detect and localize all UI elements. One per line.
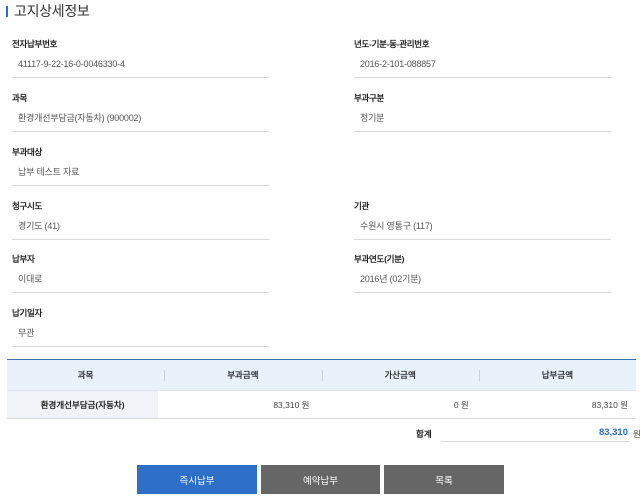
reserve-pay-button[interactable]: 예약납부 (261, 465, 380, 494)
title-accent-bar (6, 5, 8, 17)
cell-surcharge: 0 원 (453, 399, 469, 410)
field-e-payment-no: 전자납부번호 41117-9-22-16-0-0046330-4 (12, 38, 269, 78)
field-label: 기관 (354, 201, 370, 211)
field-payer: 납부자 이대로 (12, 253, 269, 293)
header-subject: 과목 (77, 370, 94, 380)
field-value: 환경개선부담금(자동차) (900002) (12, 104, 269, 132)
field-year-mgmt-no: 년도-기분-동-관리번호 2016-2-101-088857 (354, 38, 611, 78)
header-levy-amount: 부과금액 (164, 360, 321, 390)
total-amount: 83,310 (441, 424, 630, 442)
header-surcharge: 가산금액 (321, 360, 479, 390)
payment-table: 과목 부과금액 가산금액 납부금액 환경개선부담금(자동차) 83,310 원 … (7, 359, 636, 419)
total-unit: 원 (633, 429, 640, 439)
field-value: 이대로 (12, 265, 269, 293)
field-label: 과목 (12, 93, 28, 103)
field-levy-target: 부과대상 납부 테스트 자료 (12, 146, 269, 186)
field-agency: 기관 수원시 영통구 (117) (354, 200, 611, 240)
field-value: 정기분 (354, 104, 611, 132)
field-levy-year: 부과연도(기분) 2016년 (02기분) (354, 253, 611, 293)
field-value: 무관 (12, 319, 269, 347)
field-label: 납기일자 (12, 308, 43, 318)
pay-now-button[interactable]: 즉시납부 (137, 465, 257, 494)
table-header: 과목 부과금액 가산금액 납부금액 (7, 360, 636, 391)
field-label: 청구시도 (12, 201, 43, 211)
field-label: 년도-기분-동-관리번호 (354, 39, 430, 49)
field-province: 청구시도 경기도 (41) (12, 200, 269, 240)
field-value: 경기도 (41) (12, 212, 269, 240)
field-label: 전자납부번호 (12, 39, 58, 49)
field-levy-type: 부과구분 정기분 (354, 92, 611, 132)
total-row: 합계 83,310 원 (7, 424, 640, 442)
field-due-date: 납기일자 무관 (12, 307, 269, 347)
cell-subject: 환경개선부담금(자동차) (7, 391, 159, 418)
field-label: 납부자 (12, 254, 35, 264)
field-label: 부과연도(기분) (354, 254, 405, 264)
field-label: 부과구분 (354, 93, 385, 103)
section-title: 고지상세정보 (6, 1, 90, 21)
total-label: 합계 (416, 429, 432, 439)
cell-payment-amount: 83,310 원 (591, 399, 628, 410)
field-value: 2016년 (02기분) (354, 265, 611, 293)
cell-levy-amount: 83,310 원 (273, 399, 310, 410)
field-value: 납부 테스트 자료 (12, 158, 269, 186)
header-payment-amount: 납부금액 (478, 360, 636, 390)
field-value: 2016-2-101-088857 (354, 50, 611, 78)
field-subject: 과목 환경개선부담금(자동차) (900002) (12, 92, 269, 132)
list-button[interactable]: 목록 (384, 465, 504, 494)
page-title: 고지상세정보 (14, 3, 90, 19)
table-row: 환경개선부담금(자동차) 83,310 원 0 원 83,310 원 (7, 391, 636, 419)
field-value: 41117-9-22-16-0-0046330-4 (12, 50, 269, 78)
field-value: 수원시 영통구 (117) (354, 212, 611, 240)
field-label: 부과대상 (12, 147, 43, 157)
